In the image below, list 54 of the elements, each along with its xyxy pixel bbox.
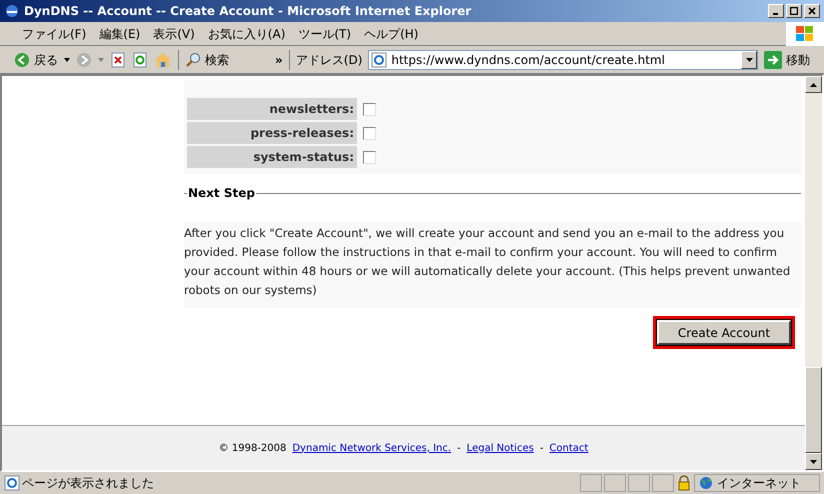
menu-item[interactable]: 表示(V) <box>153 24 195 42</box>
menu-item[interactable]: ファイル(F) <box>22 24 86 42</box>
checkbox[interactable] <box>363 126 376 140</box>
separator-text: - <box>540 442 544 456</box>
status-text: ページが表示されました <box>22 475 155 492</box>
up-arrow-icon <box>810 82 817 86</box>
status-pane <box>628 474 650 492</box>
field-label: press-releases: <box>187 122 357 144</box>
page-icon <box>4 475 20 491</box>
status-pane <box>652 474 674 492</box>
address-label: アドレス(D) <box>296 52 362 68</box>
lock-icon <box>676 475 692 491</box>
stop-icon[interactable] <box>110 52 126 68</box>
dropdown-icon[interactable] <box>741 50 757 68</box>
minimize-icon[interactable] <box>768 4 784 18</box>
checkbox[interactable] <box>363 150 376 164</box>
status-pane <box>580 474 602 492</box>
more-chevron[interactable]: » <box>275 50 283 68</box>
window-title: DynDNS -- Account -- Create Account - Microsoft Internet Explorer <box>24 3 472 20</box>
windows-logo-icon <box>786 22 824 46</box>
status-pane <box>604 474 626 492</box>
scroll-thumb[interactable] <box>805 367 822 453</box>
scroll-down-button[interactable] <box>805 453 822 470</box>
menu-item[interactable]: お気に入り(A) <box>208 24 286 42</box>
go-button[interactable]: 移動 <box>764 50 810 68</box>
scroll-up-button[interactable] <box>805 76 822 93</box>
caret-icon[interactable] <box>64 58 70 62</box>
section-legend: Next Step <box>187 184 256 202</box>
zone-text: インターネット <box>717 475 801 492</box>
search-icon <box>185 52 201 68</box>
checkbox[interactable] <box>363 102 376 116</box>
menu-item[interactable]: 編集(E) <box>99 24 140 42</box>
copyright-text: © 1998-2008 <box>218 442 286 456</box>
separator-text: - <box>457 442 461 456</box>
refresh-icon[interactable] <box>132 52 148 68</box>
footer-link[interactable]: Contact <box>549 440 588 456</box>
menu-item[interactable]: ツール(T) <box>298 24 352 42</box>
field-label: newsletters: <box>187 98 357 120</box>
create-account-button[interactable]: Create Account <box>657 320 791 345</box>
menu-item[interactable]: ヘルプ(H) <box>364 24 418 42</box>
back-button[interactable]: 戻る <box>14 50 58 68</box>
info-paragraph: After you click "Create Account", we will create your account and send you an e-mail to the address you provided. Please follow the instructions in that e-mail to confirm your account. You will need to confirm your account within 48 hours or we will automatically delete your account. (This helps prevent unwanted robots on our systems) <box>184 222 801 308</box>
page-icon <box>371 52 388 68</box>
address-field[interactable]: https://www.dyndns.com/account/create.html <box>368 50 758 70</box>
search-button[interactable]: 検索 <box>185 50 229 68</box>
maximize-icon[interactable] <box>786 4 802 18</box>
down-arrow-icon <box>810 460 817 464</box>
footer-link[interactable]: Dynamic Network Services, Inc. <box>292 440 452 456</box>
close-icon[interactable] <box>804 4 820 18</box>
globe-icon <box>699 476 713 490</box>
url-text: https://www.dyndns.com/account/create.html <box>391 52 666 68</box>
footer-link[interactable]: Legal Notices <box>466 440 534 456</box>
field-label: system-status: <box>187 146 357 168</box>
home-icon[interactable] <box>154 52 172 68</box>
